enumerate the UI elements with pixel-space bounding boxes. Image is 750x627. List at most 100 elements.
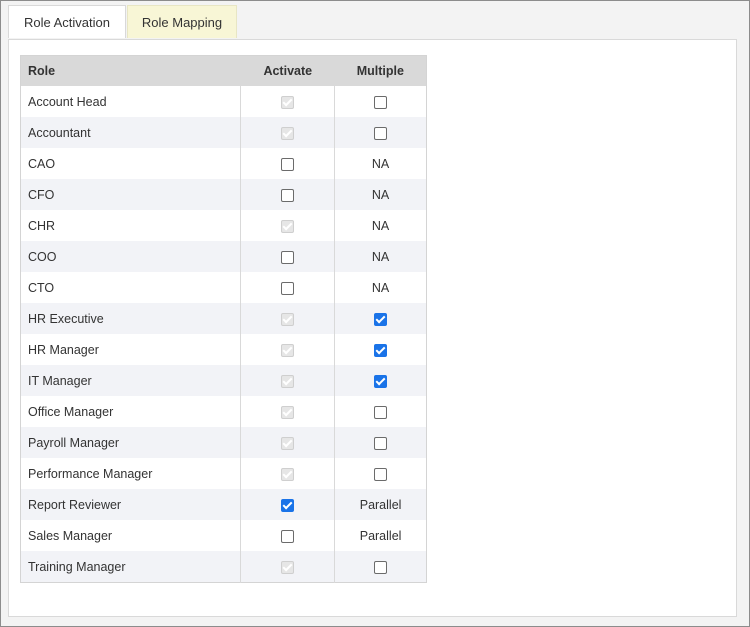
activate-cell xyxy=(240,427,336,458)
table-row: CHR NA xyxy=(20,210,427,241)
activate-cell xyxy=(240,396,336,427)
activate-checkbox xyxy=(281,560,295,574)
multiple-checkbox[interactable] xyxy=(374,560,388,574)
role-name: CFO xyxy=(20,179,242,210)
role-name: Office Manager xyxy=(20,396,242,427)
table-row: Report Reviewer Parallel xyxy=(20,489,427,520)
multiple-value: NA xyxy=(371,156,390,171)
check-mark-icon xyxy=(282,313,293,324)
activate-cell xyxy=(240,86,336,117)
multiple-value: NA xyxy=(371,218,390,233)
tab-role-activation[interactable]: Role Activation xyxy=(8,5,126,38)
activate-cell xyxy=(240,365,336,396)
role-name: IT Manager xyxy=(20,365,242,396)
activate-cell xyxy=(240,272,336,303)
multiple-cell: NA xyxy=(335,210,427,241)
multiple-checkbox[interactable] xyxy=(374,405,388,419)
role-name: Performance Manager xyxy=(20,458,242,489)
activate-checkbox[interactable] xyxy=(281,157,295,171)
table-row: Performance Manager xyxy=(20,458,427,489)
activate-checkbox[interactable] xyxy=(281,498,295,512)
multiple-value: Parallel xyxy=(359,497,402,512)
activate-checkbox[interactable] xyxy=(281,250,295,264)
activate-checkbox[interactable] xyxy=(281,529,295,543)
role-name: Accountant xyxy=(20,117,242,148)
check-mark-icon xyxy=(282,437,293,448)
multiple-checkbox[interactable] xyxy=(374,343,388,357)
header-activate: Activate xyxy=(240,55,335,86)
table-row: Sales Manager Parallel xyxy=(20,520,427,551)
activate-checkbox[interactable] xyxy=(281,281,295,295)
multiple-checkbox[interactable] xyxy=(374,312,388,326)
role-name: COO xyxy=(20,241,242,272)
activate-cell xyxy=(240,148,336,179)
activate-checkbox xyxy=(281,374,295,388)
table-row: Accountant xyxy=(20,117,427,148)
multiple-checkbox[interactable] xyxy=(374,126,388,140)
check-mark-icon xyxy=(282,375,293,386)
table-row: HR Manager xyxy=(20,334,427,365)
activate-checkbox[interactable] xyxy=(281,188,295,202)
multiple-cell: NA xyxy=(334,179,427,210)
multiple-checkbox[interactable] xyxy=(374,467,388,481)
table-row: CAO NA xyxy=(20,148,427,179)
role-name: Report Reviewer xyxy=(20,489,242,520)
multiple-value: Parallel xyxy=(359,528,402,543)
multiple-cell: Parallel xyxy=(335,520,427,551)
table-row: CTO NA xyxy=(20,272,427,303)
activate-checkbox xyxy=(281,219,295,233)
activate-checkbox xyxy=(281,436,295,450)
multiple-cell xyxy=(334,117,427,148)
multiple-cell: NA xyxy=(334,241,427,272)
activate-cell xyxy=(240,334,336,365)
check-mark-icon xyxy=(282,499,293,510)
table-row: Account Head xyxy=(20,86,427,117)
check-mark-icon xyxy=(282,561,293,572)
role-name: CAO xyxy=(20,148,242,179)
activate-cell xyxy=(240,551,336,583)
check-mark-icon xyxy=(375,375,386,386)
multiple-checkbox[interactable] xyxy=(374,95,388,109)
multiple-cell: NA xyxy=(335,148,427,179)
tab-role-mapping[interactable]: Role Mapping xyxy=(127,5,237,38)
activate-checkbox xyxy=(281,126,295,140)
activate-checkbox xyxy=(281,405,295,419)
activate-cell xyxy=(240,241,336,272)
multiple-cell xyxy=(335,86,427,117)
table-row: Payroll Manager xyxy=(20,427,427,458)
role-name: Sales Manager xyxy=(20,520,242,551)
activate-checkbox xyxy=(281,343,295,357)
role-mapping-table: Role Activate Multiple Account Head Accou… xyxy=(20,55,427,583)
tab-panel: Role Activate Multiple Account Head Accou… xyxy=(8,39,737,617)
activate-cell xyxy=(240,458,336,489)
multiple-cell xyxy=(334,303,427,334)
multiple-cell xyxy=(334,365,427,396)
activate-cell xyxy=(240,179,336,210)
check-mark-icon xyxy=(282,468,293,479)
multiple-cell xyxy=(334,551,427,583)
multiple-cell xyxy=(335,396,427,427)
multiple-cell: NA xyxy=(335,272,427,303)
activate-checkbox xyxy=(281,312,295,326)
table-row: COO NA xyxy=(20,241,427,272)
check-mark-icon xyxy=(282,220,293,231)
multiple-value: NA xyxy=(371,249,390,264)
role-name: CHR xyxy=(20,210,242,241)
multiple-checkbox[interactable] xyxy=(374,436,388,450)
table-row: Training Manager xyxy=(20,551,427,583)
table-row: HR Executive xyxy=(20,303,427,334)
multiple-value: NA xyxy=(371,187,390,202)
role-name: Training Manager xyxy=(20,551,242,583)
role-name: CTO xyxy=(20,272,242,303)
header-role: Role xyxy=(20,55,241,86)
table-body: Account Head Accountant CAO NA CFO NA CHR NA COO… xyxy=(20,86,427,583)
multiple-checkbox[interactable] xyxy=(374,374,388,388)
check-mark-icon xyxy=(282,127,293,138)
table-header-row: Role Activate Multiple xyxy=(20,55,427,86)
table-row: CFO NA xyxy=(20,179,427,210)
check-mark-icon xyxy=(282,344,293,355)
multiple-cell xyxy=(334,427,427,458)
table-row: Office Manager xyxy=(20,396,427,427)
multiple-cell xyxy=(335,334,427,365)
multiple-cell xyxy=(335,458,427,489)
